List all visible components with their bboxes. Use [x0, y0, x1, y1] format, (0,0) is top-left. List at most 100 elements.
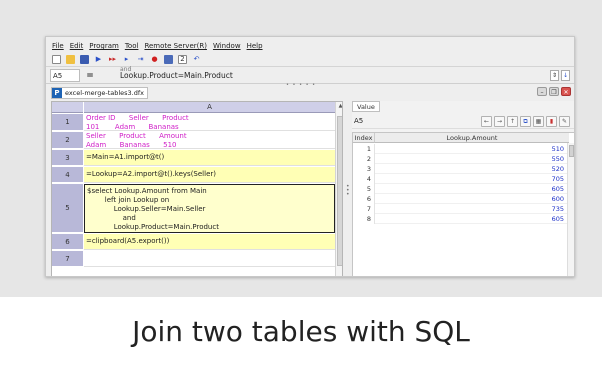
row-value[interactable]: 605 [375, 214, 567, 224]
menu-file[interactable]: File [52, 42, 64, 50]
value-scroll-thumb[interactable] [569, 145, 574, 157]
grid-view-icon[interactable]: ▦ [533, 116, 544, 127]
scroll-up-icon[interactable]: ▲ [336, 102, 342, 111]
column-header-a[interactable]: A [84, 102, 335, 113]
minimize-icon[interactable]: – [537, 87, 547, 96]
row-index: 8 [353, 214, 375, 224]
row-index: 5 [353, 184, 375, 194]
cell-a7[interactable] [84, 251, 335, 267]
cell-a5-line-2: left join Lookup on [87, 196, 170, 204]
row-index: 1 [353, 144, 375, 154]
cell-a5-line-5: Lookup.Product=Main.Product [87, 223, 219, 231]
open-folder-icon[interactable] [66, 55, 75, 64]
window-controls: – ❐ ✕ [537, 87, 571, 96]
back-icon[interactable]: ← [481, 116, 492, 127]
value-panel: Value A5 ← → ↑ ⧉ ▦ ▮ ✎ Index Lookup.Amou… [352, 101, 574, 276]
cell-a5-line-4: and [87, 214, 136, 222]
cell-a4[interactable]: =Lookup=A2.import@t().keys(Seller) [84, 167, 335, 183]
row-header-7[interactable]: 7 [52, 251, 83, 267]
menu-program[interactable]: Program [89, 42, 119, 50]
cell-a1[interactable]: Order ID Seller Product 101 Adam Bananas [84, 114, 335, 131]
cell-a2-line-1: Seller Product Amount [86, 132, 187, 140]
cell-a1-line-2: 101 Adam Bananas [86, 122, 179, 131]
expand-formula-icon[interactable]: ⇕ [550, 70, 559, 81]
close-icon[interactable]: ✕ [561, 87, 571, 96]
menu-help[interactable]: Help [247, 42, 263, 50]
value-table-scrollbar[interactable] [567, 143, 574, 276]
slide-caption: Join two tables with SQL [132, 315, 470, 348]
value-table: Index Lookup.Amount 1 510 2 550 3 520 4 … [352, 132, 574, 276]
up-icon[interactable]: ↑ [507, 116, 518, 127]
menu-tool[interactable]: Tool [125, 42, 139, 50]
corner-header[interactable] [52, 102, 83, 113]
row-index: 3 [353, 164, 375, 174]
row-header-1[interactable]: 1 [52, 114, 83, 131]
formula-text[interactable]: and Lookup.Product=Main.Product [120, 67, 233, 80]
stop-icon[interactable]: ⇥ [136, 55, 145, 64]
app-window: File Edit Program Tool Remote Server(R) … [45, 36, 575, 277]
row-value[interactable]: 735 [375, 204, 567, 214]
clear-icon[interactable]: 2 [178, 55, 187, 64]
cell-a5[interactable]: $select Lookup.Amount from Main left joi… [84, 184, 335, 233]
value-toolbar: A5 ← → ↑ ⧉ ▦ ▮ ✎ [352, 114, 574, 129]
copy-icon[interactable]: ⧉ [520, 116, 531, 127]
row-header-5[interactable]: 5 [52, 184, 83, 233]
menu-window[interactable]: Window [213, 42, 241, 50]
cell-a3[interactable]: =Main=A1.import@t() [84, 150, 335, 166]
program-file-icon: P [52, 87, 62, 98]
toolbar: ▶ ▸▸ ▸ ⇥ ● 2 ↶ [46, 53, 574, 67]
menu-remote-server[interactable]: Remote Server(R) [144, 42, 207, 50]
grid-vertical-scrollbar[interactable]: ▲ [335, 102, 342, 276]
forward-icon[interactable]: → [494, 116, 505, 127]
row-index: 6 [353, 194, 375, 204]
restore-icon[interactable]: ❐ [549, 87, 559, 96]
row-value[interactable]: 705 [375, 174, 567, 184]
chart-icon[interactable]: ▮ [546, 116, 557, 127]
cell-grid: A 1 Order ID Seller Product 101 Adam Ban… [51, 101, 343, 276]
row-index: 4 [353, 174, 375, 184]
row-header-2[interactable]: 2 [52, 132, 83, 149]
cell-a1-line-1: Order ID Seller Product [86, 114, 189, 122]
run-icon[interactable]: ▶ [94, 55, 103, 64]
step-over-icon[interactable]: ▸ [122, 55, 131, 64]
panel-splitter[interactable]: • • • [346, 184, 350, 198]
row-header-4[interactable]: 4 [52, 167, 83, 183]
breakpoint-icon[interactable]: ● [150, 55, 159, 64]
cell-a6[interactable]: =clipboard(A5.export()) [84, 234, 335, 250]
cell-reference-field[interactable]: A5 [50, 69, 80, 82]
cell-a5-line-1: $select Lookup.Amount from Main [87, 187, 207, 195]
value-tab[interactable]: Value [352, 101, 380, 112]
row-header-3[interactable]: 3 [52, 150, 83, 166]
formula-controls: ⇕ ↓ [550, 70, 570, 81]
row-value[interactable]: 520 [375, 164, 567, 174]
cell-a2-line-2: Adam Bananas 510 [86, 140, 177, 149]
cell-a2[interactable]: Seller Product Amount Adam Bananas 510 [84, 132, 335, 149]
undo-icon[interactable]: ↶ [192, 55, 201, 64]
save-icon[interactable] [80, 55, 89, 64]
document-tab[interactable]: P excel-merge-tables3.dfx [51, 86, 149, 99]
value-cell-reference: A5 [354, 117, 364, 125]
row-header-6[interactable]: 6 [52, 234, 83, 250]
step-icon[interactable]: ▸▸ [108, 55, 117, 64]
edit-icon[interactable]: ✎ [559, 116, 570, 127]
row-value[interactable]: 510 [375, 144, 567, 154]
row-index: 2 [353, 154, 375, 164]
row-value[interactable]: 600 [375, 194, 567, 204]
index-column-header[interactable]: Index [353, 133, 375, 143]
document-tab-bar: P excel-merge-tables3.dfx – ❐ ✕ [46, 86, 574, 99]
row-index: 7 [353, 204, 375, 214]
row-value[interactable]: 605 [375, 184, 567, 194]
formula-equals-button[interactable]: = [84, 71, 96, 81]
calc-icon[interactable] [164, 55, 173, 64]
menu-bar: File Edit Program Tool Remote Server(R) … [46, 39, 574, 53]
document-tab-label: excel-merge-tables3.dfx [65, 88, 145, 97]
formula-arrow-down-icon[interactable]: ↓ [561, 70, 570, 81]
new-file-icon[interactable] [52, 55, 61, 64]
scroll-thumb[interactable] [337, 116, 342, 266]
cell-a5-line-3: Lookup.Seller=Main.Seller [87, 205, 206, 213]
formula-current-line: Lookup.Product=Main.Product [120, 71, 233, 80]
value-toolbar-icons: ← → ↑ ⧉ ▦ ▮ ✎ [481, 116, 570, 127]
row-value[interactable]: 550 [375, 154, 567, 164]
amount-column-header[interactable]: Lookup.Amount [375, 133, 569, 143]
menu-edit[interactable]: Edit [70, 42, 84, 50]
